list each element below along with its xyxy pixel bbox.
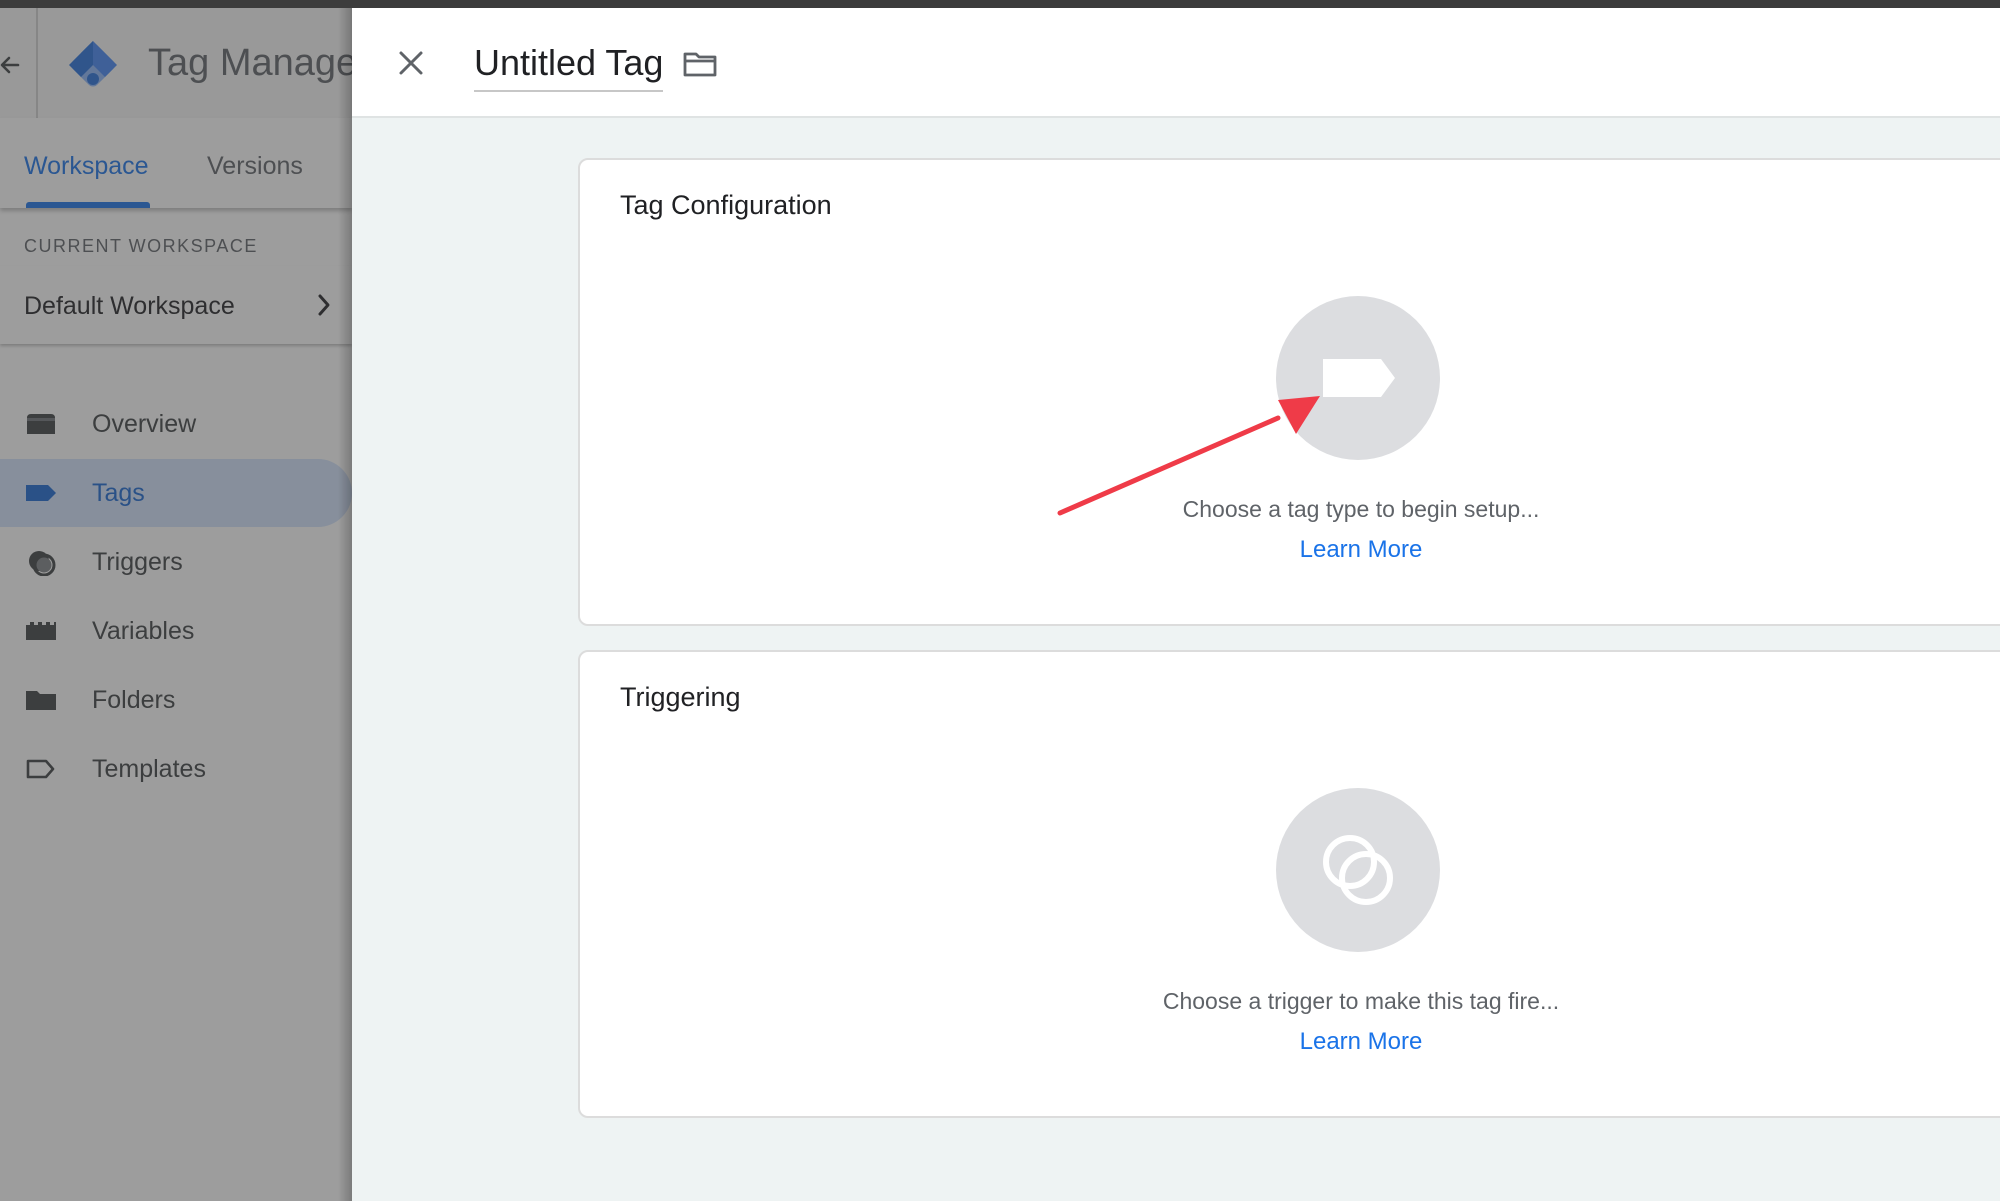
window-top-strip	[0, 0, 2000, 8]
triggering-card[interactable]: Triggering Choose a trigger to make this…	[578, 650, 2000, 1118]
panel-edge-shadow	[338, 8, 352, 1201]
tag-configuration-learn-more-link[interactable]: Learn More	[580, 536, 2000, 564]
trigger-circles-icon[interactable]	[1276, 788, 1440, 952]
triggering-learn-more-link[interactable]: Learn More	[580, 1028, 2000, 1056]
triggering-hint: Choose a trigger to make this tag fire..…	[1162, 988, 1560, 1014]
tag-editor-panel: Untitled Tag Tag Configuration Choose a …	[352, 8, 2000, 1201]
folder-outline-icon[interactable]	[682, 50, 718, 78]
modal-scrim[interactable]	[0, 8, 352, 1201]
tag-configuration-hint: Choose a tag type to begin setup...	[1182, 496, 1540, 522]
tag-configuration-title: Tag Configuration	[620, 190, 832, 220]
tag-name-input[interactable]: Untitled Tag	[474, 42, 664, 92]
tag-editor-header: Untitled Tag	[352, 8, 2000, 118]
triggering-title: Triggering	[620, 682, 741, 712]
tag-type-icon[interactable]	[1276, 296, 1440, 460]
tag-configuration-card[interactable]: Tag Configuration Choose a tag type to b…	[578, 158, 2000, 626]
close-icon[interactable]	[396, 48, 426, 78]
